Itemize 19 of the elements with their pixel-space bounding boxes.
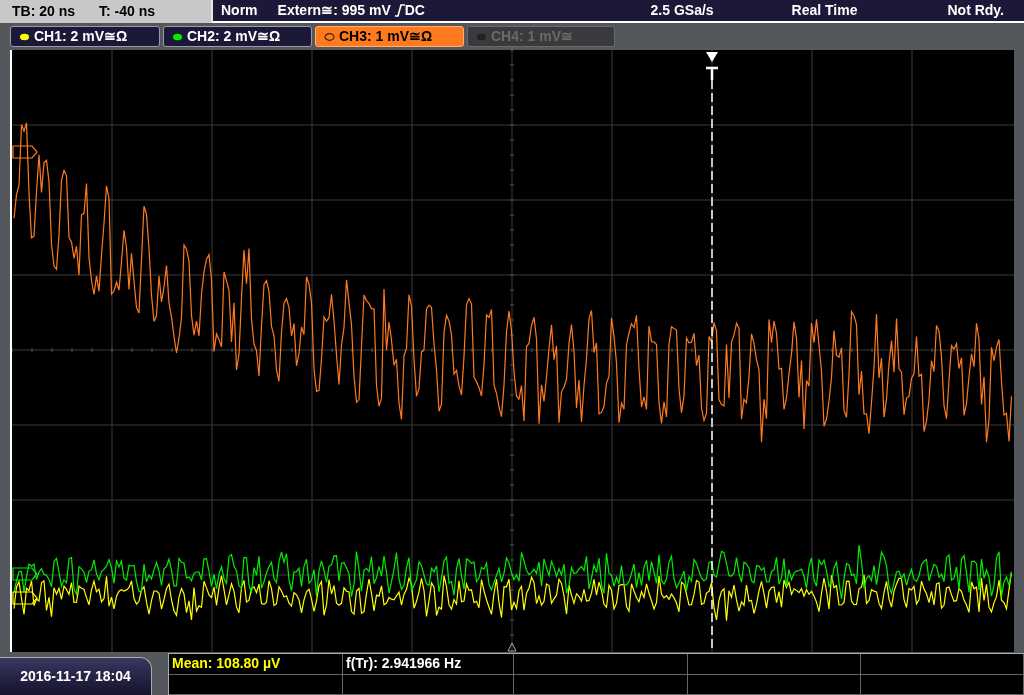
channel-button[interactable]: CH1: 2 mV≅Ω	[10, 26, 160, 47]
measurement-value: f(Tr): 2.941966 Hz	[346, 654, 462, 674]
trigger-coupling-label: DC	[404, 1, 425, 20]
status-label: Not Rdy.	[947, 1, 1004, 20]
trigger-mode-label: Norm	[221, 1, 258, 20]
trigger-marker-icon[interactable]	[704, 52, 720, 82]
channel-dot-icon	[324, 32, 335, 41]
measurement-value: Mean: 108.80 µV	[172, 654, 281, 674]
channel-offset-marker-icon[interactable]	[12, 145, 38, 159]
rising-edge-icon	[394, 4, 405, 17]
channel-button[interactable]: CH3: 1 mV≅Ω	[315, 26, 464, 47]
channel-button[interactable]: CH2: 2 mV≅Ω	[163, 26, 312, 47]
acquisition-mode-label: Real Time	[791, 1, 858, 20]
trigger-time-label: T: -40 ns	[99, 2, 156, 21]
trigger-source-label: Extern≅: 995 mV	[277, 1, 391, 20]
timebase-label: TB: 20 ns	[12, 2, 75, 21]
channel-dot-icon	[476, 32, 487, 41]
channel-offset-marker-icon[interactable]	[12, 567, 38, 581]
sample-rate-label: 2.5 GSa/s	[650, 1, 714, 20]
